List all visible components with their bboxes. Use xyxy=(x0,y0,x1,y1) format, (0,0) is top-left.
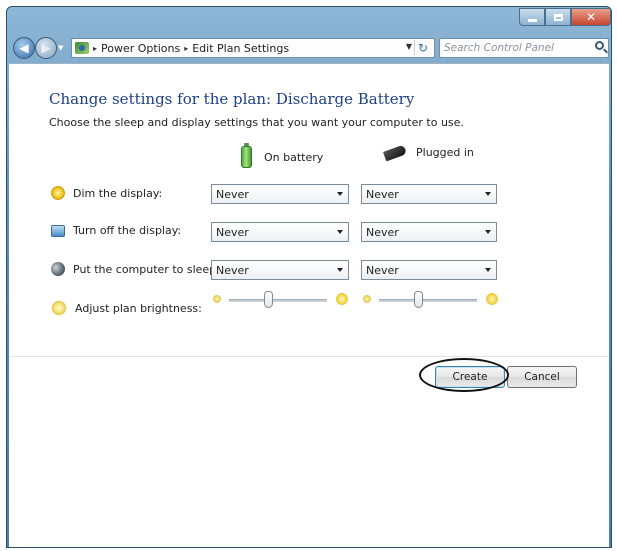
chevron-down-icon xyxy=(337,230,343,234)
dim-display-plugged-in-value: Never xyxy=(366,187,399,201)
bright-sun-icon xyxy=(335,292,349,306)
create-button[interactable]: Create xyxy=(435,366,505,388)
chevron-down-icon xyxy=(485,268,491,272)
turn-off-display-label: Turn off the display: xyxy=(73,224,182,237)
forward-button[interactable]: ▶ xyxy=(35,37,57,59)
turn-off-display-on-battery-value: Never xyxy=(216,225,249,239)
turn-off-display-plugged-in-value: Never xyxy=(366,225,399,239)
dim-display-plugged-in-select[interactable]: Never xyxy=(361,184,497,204)
back-arrow-icon: ◀ xyxy=(19,41,29,55)
chevron-down-icon xyxy=(337,268,343,272)
footer-separator xyxy=(9,356,609,357)
chevron-down-icon xyxy=(337,192,343,196)
dim-display-on-battery-select[interactable]: Never xyxy=(211,184,349,204)
control-panel-icon xyxy=(75,42,89,54)
breadcrumb-separator-icon[interactable]: ▸ xyxy=(93,44,97,53)
battery-icon xyxy=(241,143,252,168)
dim-sun-icon xyxy=(213,295,221,303)
control-panel-window: ✕ ◀ ▶ ▼ ▸ Power Options ▸ Edit Plan Sett… xyxy=(6,6,612,548)
slider-thumb[interactable] xyxy=(263,291,273,308)
slider-track xyxy=(379,299,477,302)
dim-display-row-label: Dim the display: xyxy=(51,186,162,200)
on-battery-header: On battery xyxy=(241,143,324,168)
address-dropdown-icon[interactable]: ▼ xyxy=(406,42,412,51)
sleep-plugged-in-select[interactable]: Never xyxy=(361,260,497,280)
page-description: Choose the sleep and display settings th… xyxy=(49,116,464,129)
title-bar: ✕ xyxy=(7,7,611,35)
breadcrumb-separator-icon[interactable]: ▸ xyxy=(184,44,188,53)
minimize-button[interactable] xyxy=(519,8,545,26)
brightness-plugged-in-slider[interactable] xyxy=(363,290,499,310)
sleep-label: Put the computer to sleep: xyxy=(73,262,220,276)
monitor-icon xyxy=(51,224,65,237)
sun-icon xyxy=(51,186,65,200)
slider-thumb[interactable] xyxy=(413,291,423,308)
brightness-on-battery-slider[interactable] xyxy=(213,290,349,310)
plugged-in-label: Plugged in xyxy=(416,146,474,159)
sleep-on-battery-select[interactable]: Never xyxy=(211,260,349,280)
chevron-down-icon xyxy=(485,230,491,234)
sleep-icon xyxy=(51,262,65,276)
search-box[interactable] xyxy=(439,38,609,58)
address-bar[interactable]: ▸ Power Options ▸ Edit Plan Settings ▼ ↻ xyxy=(71,38,435,58)
sleep-on-battery-value: Never xyxy=(216,263,249,277)
search-icon[interactable] xyxy=(595,41,604,50)
dim-sun-icon xyxy=(363,295,371,303)
turn-off-display-plugged-in-select[interactable]: Never xyxy=(361,222,497,242)
on-battery-label: On battery xyxy=(264,150,324,164)
search-input[interactable] xyxy=(444,40,584,56)
slider-track xyxy=(229,299,327,302)
navigation-bar: ◀ ▶ ▼ ▸ Power Options ▸ Edit Plan Settin… xyxy=(7,35,611,61)
recent-pages-dropdown[interactable]: ▼ xyxy=(58,44,63,52)
close-icon: ✕ xyxy=(585,10,597,24)
dim-display-on-battery-value: Never xyxy=(216,187,249,201)
forward-arrow-icon: ▶ xyxy=(41,41,51,55)
brightness-label: Adjust plan brightness: xyxy=(75,301,202,315)
breadcrumb-edit-plan-settings[interactable]: Edit Plan Settings xyxy=(192,42,289,55)
plugged-in-header: Plugged in xyxy=(382,144,474,161)
plug-icon xyxy=(382,144,408,161)
bright-sun-icon xyxy=(485,292,499,306)
maximize-icon xyxy=(553,13,563,21)
chevron-down-icon xyxy=(485,192,491,196)
turn-off-display-on-battery-select[interactable]: Never xyxy=(211,222,349,242)
breadcrumb-power-options[interactable]: Power Options xyxy=(101,42,180,55)
close-button[interactable]: ✕ xyxy=(571,8,611,26)
refresh-icon[interactable]: ↻ xyxy=(414,40,431,56)
maximize-button[interactable] xyxy=(545,8,571,26)
back-button[interactable]: ◀ xyxy=(13,37,35,59)
dim-display-label: Dim the display: xyxy=(73,186,163,200)
brightness-row-label: Adjust plan brightness: xyxy=(51,300,202,316)
cancel-button[interactable]: Cancel xyxy=(507,366,577,388)
sleep-plugged-in-value: Never xyxy=(366,263,399,277)
content-pane: Change settings for the plan: Discharge … xyxy=(9,63,609,547)
turn-off-display-row-label: Turn off the display: xyxy=(51,224,181,237)
minimize-icon xyxy=(527,18,537,22)
page-title: Change settings for the plan: Discharge … xyxy=(49,90,415,108)
brightness-icon xyxy=(51,300,67,316)
sleep-row-label: Put the computer to sleep: xyxy=(51,262,220,276)
